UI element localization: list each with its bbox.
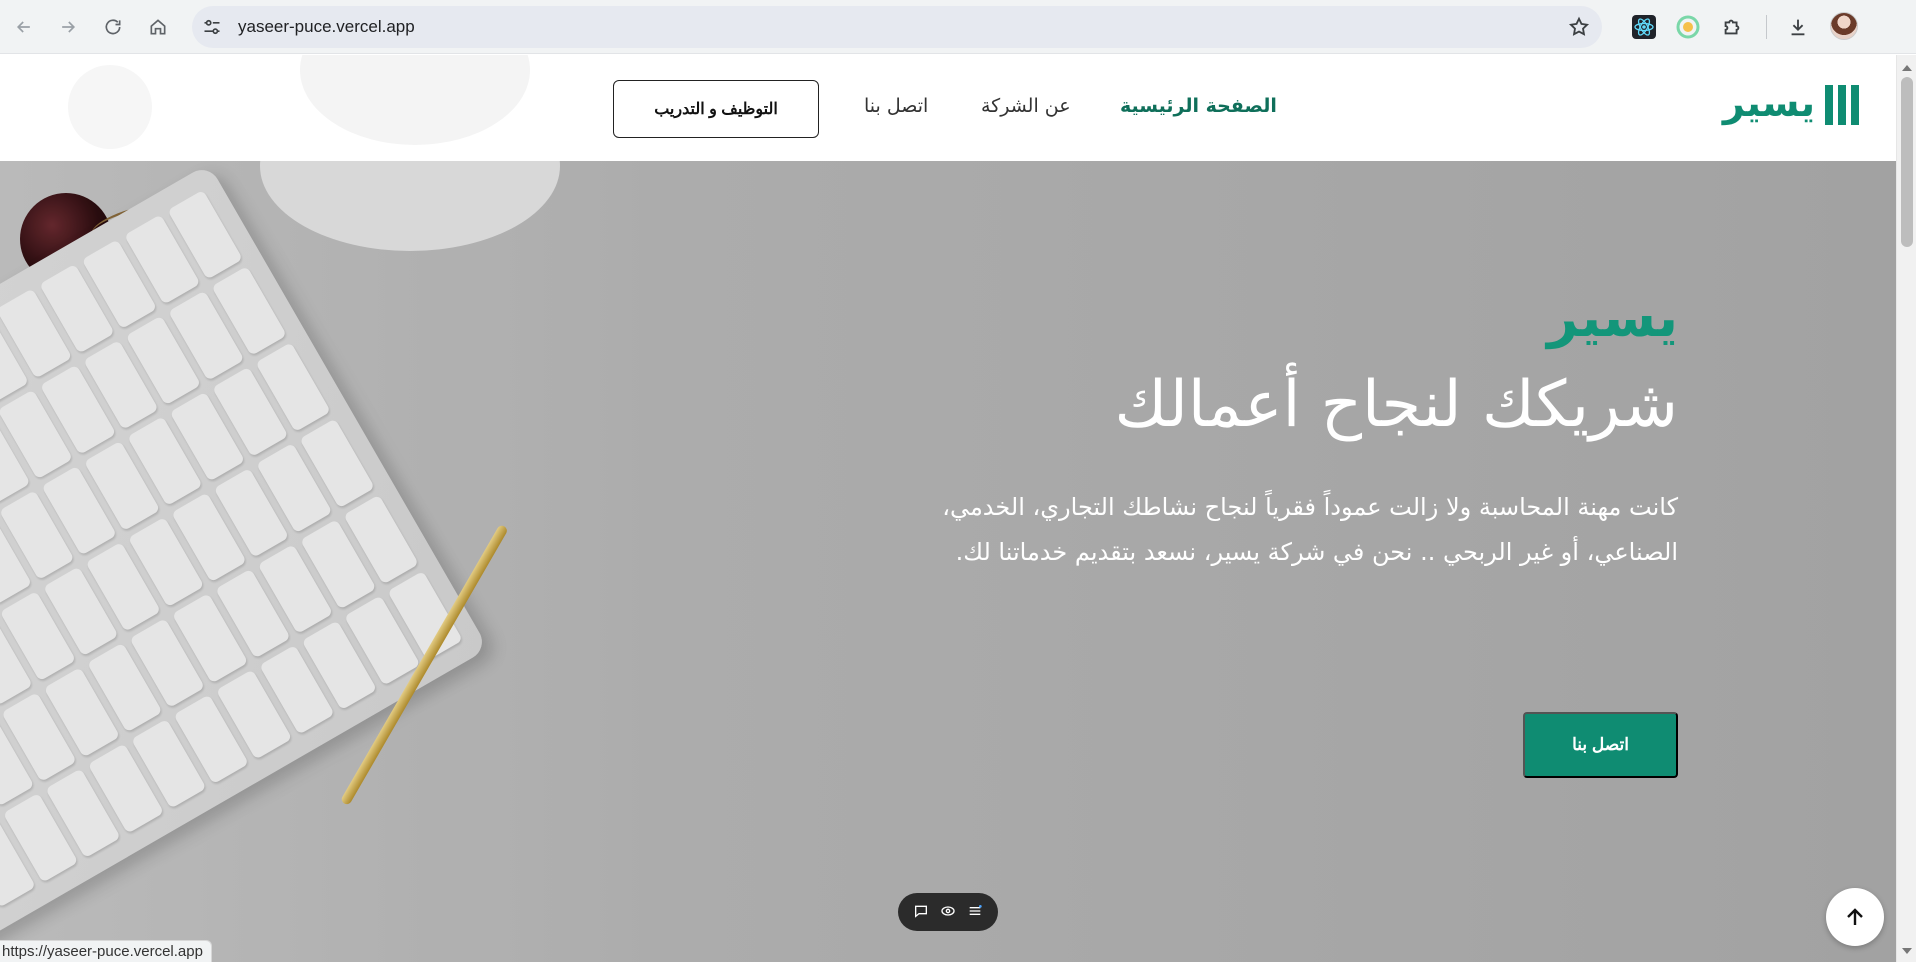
arrow-up-icon	[1847, 908, 1863, 925]
site-settings-icon[interactable]	[202, 17, 222, 37]
contact-us-button[interactable]: اتصل بنا	[1523, 712, 1678, 778]
scrollbar-thumb[interactable]	[1901, 77, 1913, 247]
background-decoration	[300, 55, 530, 145]
floating-toolbar	[898, 893, 998, 931]
menu-icon[interactable]	[967, 903, 983, 922]
logo-text: يسير	[1722, 81, 1815, 125]
back-icon[interactable]	[8, 11, 40, 43]
page-scrollbar[interactable]	[1896, 55, 1916, 962]
hero-brand: يسير	[1547, 286, 1678, 349]
extensions-puzzle-icon[interactable]	[1718, 13, 1746, 41]
page-viewport: يسير الصفحة الرئيسية عن الشركة اتصل بنا …	[0, 55, 1896, 962]
careers-training-button[interactable]: التوظيف و التدريب	[613, 80, 819, 138]
hero-title: شريكك لنجاح أعمالك	[1114, 368, 1678, 442]
scroll-down-arrow-icon[interactable]	[1902, 948, 1912, 954]
scroll-up-arrow-icon[interactable]	[1902, 65, 1912, 71]
scroll-to-top-button[interactable]	[1826, 888, 1884, 946]
comment-icon[interactable]	[913, 903, 929, 922]
preview-icon[interactable]	[940, 903, 956, 922]
nav-link-about[interactable]: عن الشركة	[981, 95, 1071, 117]
background-decoration	[68, 65, 152, 149]
extension-color-icon[interactable]	[1674, 13, 1702, 41]
toolbar-divider	[1766, 15, 1767, 39]
nav-link-home[interactable]: الصفحة الرئيسية	[1120, 95, 1277, 117]
star-icon[interactable]	[1568, 16, 1590, 38]
hero-text-block: يسير شريكك لنجاح أعمالك كانت مهنة المحاس…	[778, 291, 1678, 576]
site-logo[interactable]: يسير	[1723, 81, 1859, 127]
status-bar-url: https://yaseer-puce.vercel.app	[0, 940, 212, 962]
logo-bars-icon	[1825, 85, 1859, 125]
hero-description-line1: كانت مهنة المحاسبة ولا زالت عموداً فقريا…	[942, 492, 1678, 521]
hero-section: يسير شريكك لنجاح أعمالك كانت مهنة المحاس…	[0, 161, 1896, 962]
profile-avatar[interactable]	[1830, 12, 1858, 40]
forward-icon[interactable]	[52, 11, 84, 43]
url-text[interactable]: yaseer-puce.vercel.app	[238, 17, 415, 37]
address-bar[interactable]: yaseer-puce.vercel.app	[192, 6, 1602, 48]
nav-link-contact[interactable]: اتصل بنا	[864, 95, 928, 117]
hero-description: كانت مهنة المحاسبة ولا زالت عموداً فقريا…	[778, 485, 1678, 576]
home-icon[interactable]	[142, 11, 174, 43]
site-header: يسير الصفحة الرئيسية عن الشركة اتصل بنا …	[0, 55, 1896, 161]
download-icon[interactable]	[1784, 13, 1812, 41]
reload-icon[interactable]	[97, 11, 129, 43]
react-devtools-icon[interactable]	[1630, 13, 1658, 41]
hero-description-line2: الصناعي، أو غير الربحي .. نحن في شركة يس…	[955, 538, 1678, 567]
browser-toolbar: yaseer-puce.vercel.app	[0, 0, 1916, 54]
